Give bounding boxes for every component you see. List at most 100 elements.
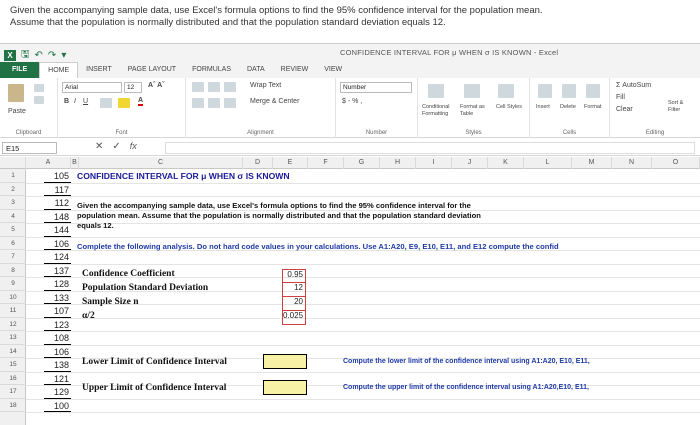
- row-header[interactable]: 4: [0, 210, 26, 223]
- sample-value-cell[interactable]: 112: [55, 198, 69, 208]
- redo-icon[interactable]: ↷: [48, 50, 56, 61]
- format-as-table-button[interactable]: Format as Table: [460, 104, 488, 118]
- cell-styles-button[interactable]: Cell Styles: [496, 104, 524, 111]
- currency-percent-comma-buttons[interactable]: $ - % ,: [342, 98, 362, 105]
- font-size-select[interactable]: 12: [124, 82, 142, 93]
- tab-home[interactable]: HOME: [39, 62, 79, 78]
- indent-icon[interactable]: [224, 98, 236, 108]
- format-as-table-icon[interactable]: [464, 84, 480, 98]
- underline-button[interactable]: U: [83, 98, 88, 105]
- align-top-icon[interactable]: [192, 82, 204, 92]
- tab-file[interactable]: FILE: [0, 62, 40, 78]
- conditional-formatting-icon[interactable]: [428, 84, 444, 98]
- align-center-icon[interactable]: [208, 98, 220, 108]
- formula-input[interactable]: [165, 142, 695, 154]
- column-header-m[interactable]: M: [572, 157, 612, 169]
- orientation-icon[interactable]: [224, 82, 236, 92]
- row-header[interactable]: 8: [0, 264, 26, 277]
- row-header[interactable]: 14: [0, 345, 26, 358]
- worksheet-grid[interactable]: A B C D E F G H I J K L M N O 1234567891…: [0, 157, 700, 425]
- sample-value-cell[interactable]: 106: [54, 239, 69, 249]
- align-left-icon[interactable]: [192, 98, 204, 108]
- name-box[interactable]: E15: [2, 142, 57, 154]
- format-button[interactable]: Format: [584, 104, 601, 110]
- column-header-i[interactable]: I: [416, 157, 452, 169]
- row-header[interactable]: 13: [0, 331, 26, 345]
- sample-size-value[interactable]: 20: [282, 297, 306, 311]
- cell-styles-icon[interactable]: [498, 84, 514, 98]
- fill-button[interactable]: Fill: [616, 94, 625, 101]
- select-all-corner[interactable]: [0, 157, 26, 169]
- delete-cells-icon[interactable]: [562, 84, 576, 98]
- row-header[interactable]: 11: [0, 304, 26, 318]
- upper-limit-input-cell[interactable]: [263, 380, 307, 395]
- sample-value-cell[interactable]: 107: [54, 306, 69, 316]
- sample-value-cell[interactable]: 138: [54, 360, 69, 370]
- row-header[interactable]: 9: [0, 277, 26, 291]
- insert-function-icon[interactable]: fx: [130, 141, 137, 152]
- sample-value-cell[interactable]: 121: [54, 374, 69, 384]
- clear-button[interactable]: Clear: [616, 106, 633, 113]
- sample-value-cell[interactable]: 106: [54, 347, 69, 357]
- undo-icon[interactable]: ↶: [35, 50, 43, 61]
- row-header[interactable]: 15: [0, 358, 26, 372]
- sample-value-cell[interactable]: 123: [54, 320, 69, 330]
- grow-font-icon[interactable]: Aˆ Aˇ: [148, 82, 164, 89]
- merge-center-button[interactable]: Merge & Center: [250, 98, 299, 105]
- column-header-e[interactable]: E: [273, 157, 308, 169]
- column-header-b[interactable]: B: [71, 157, 79, 169]
- format-cells-icon[interactable]: [586, 84, 600, 98]
- sample-value-cell[interactable]: 105: [54, 171, 69, 181]
- conditional-formatting-button[interactable]: Conditional Formatting: [422, 104, 456, 118]
- column-header-f[interactable]: F: [308, 157, 344, 169]
- font-name-select[interactable]: Arial: [62, 82, 122, 93]
- align-middle-icon[interactable]: [208, 82, 220, 92]
- column-header-k[interactable]: K: [488, 157, 524, 169]
- autosum-button[interactable]: Σ AutoSum: [616, 82, 651, 89]
- sample-value-cell[interactable]: 133: [54, 293, 69, 303]
- row-header[interactable]: 2: [0, 183, 26, 196]
- paste-button[interactable]: Paste: [8, 108, 26, 115]
- font-color-icon[interactable]: A: [138, 97, 144, 106]
- sample-value-cell[interactable]: 144: [54, 225, 69, 235]
- cancel-icon[interactable]: ✕: [95, 141, 103, 152]
- column-header-d[interactable]: D: [243, 157, 273, 169]
- column-header-n[interactable]: N: [612, 157, 652, 169]
- tab-insert[interactable]: INSERT: [78, 62, 120, 78]
- cut-icon[interactable]: [34, 84, 44, 92]
- wrap-text-button[interactable]: Wrap Text: [250, 82, 281, 89]
- column-header-c[interactable]: C: [79, 157, 243, 169]
- column-header-a[interactable]: A: [26, 157, 71, 169]
- tab-formulas[interactable]: FORMULAS: [184, 62, 239, 78]
- fill-color-icon[interactable]: [118, 98, 130, 108]
- row-header[interactable]: 10: [0, 291, 26, 304]
- enter-icon[interactable]: ✓: [112, 141, 120, 152]
- insert-button[interactable]: Insert: [536, 104, 550, 110]
- insert-cells-icon[interactable]: [538, 84, 552, 98]
- italic-button[interactable]: I: [74, 98, 76, 105]
- column-header-g[interactable]: G: [344, 157, 380, 169]
- sample-value-cell[interactable]: 129: [54, 387, 69, 397]
- copy-icon[interactable]: [34, 96, 44, 104]
- sample-value-cell[interactable]: 148: [54, 212, 69, 222]
- tab-data[interactable]: DATA: [239, 62, 273, 78]
- paste-icon[interactable]: [8, 84, 24, 102]
- sample-value-cell[interactable]: 100: [54, 401, 69, 411]
- row-header[interactable]: 16: [0, 372, 26, 385]
- sample-value-cell[interactable]: 137: [54, 266, 69, 276]
- column-header-h[interactable]: H: [380, 157, 416, 169]
- row-header[interactable]: 18: [0, 399, 26, 412]
- confidence-coefficient-value[interactable]: 0.95: [282, 269, 306, 283]
- column-header-j[interactable]: J: [452, 157, 488, 169]
- row-header[interactable]: 5: [0, 223, 26, 237]
- row-header[interactable]: 1: [0, 169, 26, 183]
- tab-review[interactable]: REVIEW: [273, 62, 317, 78]
- column-header-o[interactable]: O: [652, 157, 700, 169]
- population-sd-value[interactable]: 12: [282, 283, 306, 297]
- sort-filter-button[interactable]: Sort & Filter: [668, 100, 696, 114]
- column-header-l[interactable]: L: [524, 157, 572, 169]
- row-header[interactable]: 12: [0, 318, 26, 331]
- row-header[interactable]: 3: [0, 196, 26, 210]
- sample-value-cell[interactable]: 128: [54, 279, 69, 289]
- row-header[interactable]: 6: [0, 237, 26, 250]
